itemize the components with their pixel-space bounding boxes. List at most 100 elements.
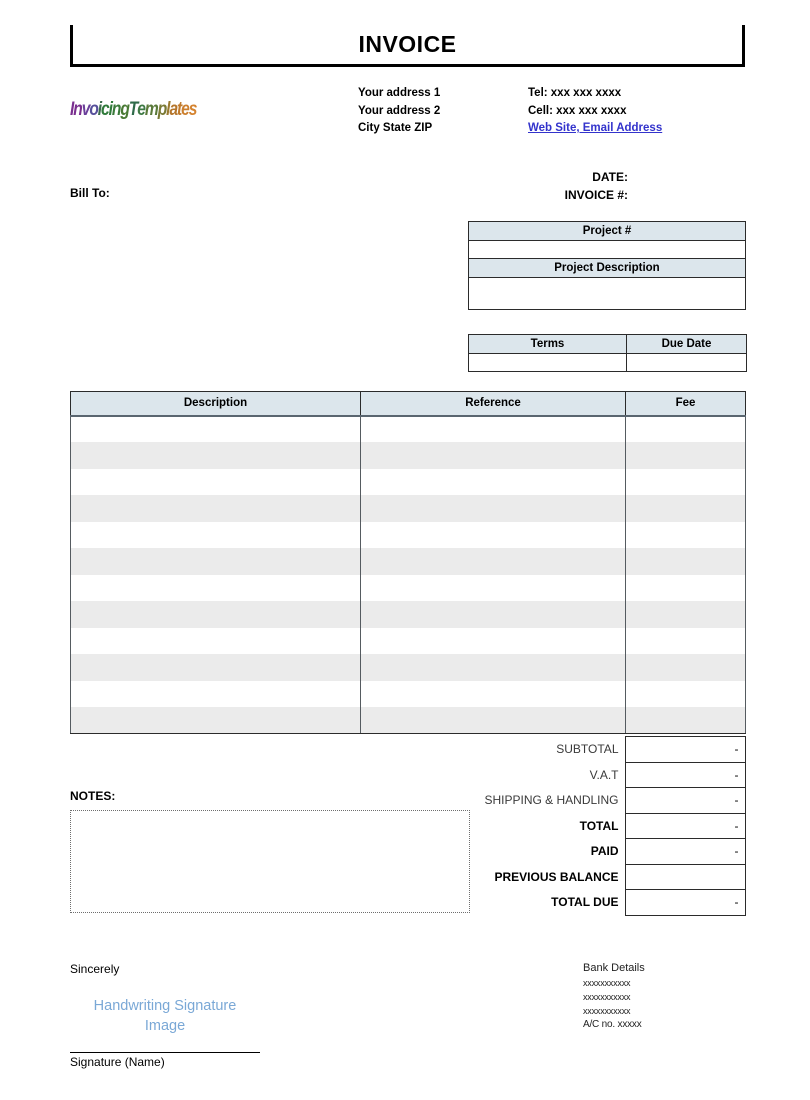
- cell-reference[interactable]: [360, 415, 626, 442]
- project-number-header: Project #: [468, 221, 746, 241]
- seller-telephone: Tel: xxx xxx xxxx: [528, 87, 622, 99]
- seller-cell: Cell: xxx xxx xxxx: [528, 104, 627, 117]
- cell-description[interactable]: [70, 442, 361, 469]
- logo-letter: p: [157, 99, 168, 120]
- cell-fee[interactable]: [625, 680, 746, 707]
- logo-letter: n: [73, 99, 83, 120]
- cell-reference[interactable]: [360, 707, 626, 734]
- signature-placeholder-line-1: Handwriting Signature: [93, 998, 237, 1014]
- cell-fee[interactable]: [625, 574, 746, 601]
- table-row: [70, 654, 746, 681]
- logo-letter: s: [188, 99, 198, 120]
- invoice-meta-block: DATE: INVOICE #:: [430, 168, 628, 204]
- signature-placeholder-line-2: Image: [144, 1018, 186, 1034]
- line-items-table: Description Reference Fee: [70, 391, 746, 734]
- totals-value[interactable]: -: [624, 838, 746, 865]
- bank-line-3: xxxxxxxxxxx: [583, 1006, 631, 1016]
- cell-description[interactable]: [70, 468, 361, 495]
- totals-value[interactable]: -: [624, 787, 746, 814]
- cell-reference[interactable]: [360, 601, 626, 628]
- cell-reference[interactable]: [360, 495, 626, 522]
- project-description-field[interactable]: [468, 277, 746, 310]
- totals-value[interactable]: -: [624, 761, 746, 788]
- column-header-description: Description: [70, 391, 361, 417]
- cell-description[interactable]: [70, 574, 361, 601]
- bank-line-2: xxxxxxxxxxx: [583, 992, 631, 1002]
- logo-letter: v: [81, 99, 91, 120]
- cell-fee[interactable]: [625, 468, 746, 495]
- due-date-header: Due Date: [626, 334, 747, 354]
- table-row: [70, 707, 746, 734]
- page-title: INVOICE: [358, 31, 457, 57]
- logo-letter: o: [89, 99, 99, 120]
- notes-input[interactable]: [70, 810, 470, 913]
- bank-line-1: xxxxxxxxxxx: [583, 978, 631, 988]
- cell-reference[interactable]: [360, 548, 626, 575]
- bill-to-label: Bill To:: [70, 186, 110, 200]
- logo-letter: m: [144, 99, 159, 120]
- table-row: [70, 627, 746, 654]
- project-description-header: Project Description: [468, 258, 746, 278]
- cell-fee[interactable]: [625, 654, 746, 681]
- cell-reference[interactable]: [360, 574, 626, 601]
- invoice-page: INVOICE InvoicingTemplates Your address …: [0, 0, 810, 1100]
- totals-value[interactable]: [624, 863, 746, 890]
- company-logo: InvoicingTemplates: [70, 99, 198, 121]
- cell-reference[interactable]: [360, 442, 626, 469]
- logo-letter: a: [169, 99, 178, 120]
- table-header-row: Description Reference Fee: [70, 391, 746, 417]
- table-row: [70, 468, 746, 495]
- table-row: [70, 680, 746, 707]
- logo-letter: g: [120, 99, 130, 120]
- cell-reference[interactable]: [360, 468, 626, 495]
- cell-description[interactable]: [70, 415, 361, 442]
- cell-description[interactable]: [70, 521, 361, 548]
- project-table: Project # Project Description: [468, 221, 746, 310]
- cell-fee[interactable]: [625, 495, 746, 522]
- due-date-field[interactable]: [626, 353, 747, 372]
- logo-letter: T: [128, 99, 139, 120]
- table-row: [70, 495, 746, 522]
- bank-details-block: Bank Details xxxxxxxxxxx xxxxxxxxxxx xxx…: [583, 961, 645, 1032]
- cell-fee[interactable]: [625, 521, 746, 548]
- website-email-link[interactable]: Web Site, Email Address: [528, 120, 662, 138]
- sincerely-text: Sincerely: [70, 962, 120, 976]
- bank-account-number: A/C no. xxxxx: [583, 1019, 642, 1030]
- cell-description[interactable]: [70, 654, 361, 681]
- terms-field[interactable]: [468, 353, 627, 372]
- cell-description[interactable]: [70, 601, 361, 628]
- cell-reference[interactable]: [360, 680, 626, 707]
- totals-value[interactable]: -: [624, 889, 746, 916]
- cell-fee[interactable]: [625, 415, 746, 442]
- signature-name-label: Signature (Name): [70, 1055, 165, 1069]
- seller-contact-block: Tel: xxx xxx xxxx Cell: xxx xxx xxxx Web…: [528, 85, 662, 138]
- project-number-field[interactable]: [468, 240, 746, 259]
- cell-description[interactable]: [70, 627, 361, 654]
- cell-fee[interactable]: [625, 601, 746, 628]
- totals-value[interactable]: -: [624, 736, 746, 763]
- cell-fee[interactable]: [625, 442, 746, 469]
- table-row: [70, 521, 746, 548]
- cell-description[interactable]: [70, 495, 361, 522]
- cell-reference[interactable]: [360, 627, 626, 654]
- cell-reference[interactable]: [360, 521, 626, 548]
- notes-label: NOTES:: [70, 789, 116, 803]
- handwriting-signature-image-placeholder[interactable]: Handwriting Signature Image: [70, 996, 260, 1036]
- cell-fee[interactable]: [625, 548, 746, 575]
- totals-value[interactable]: -: [624, 812, 746, 839]
- date-label: DATE:: [592, 170, 628, 184]
- cell-description[interactable]: [70, 707, 361, 734]
- cell-fee[interactable]: [625, 627, 746, 654]
- cell-fee[interactable]: [625, 707, 746, 734]
- cell-description[interactable]: [70, 680, 361, 707]
- totals-row: V.A.T -: [380, 761, 746, 788]
- cell-description[interactable]: [70, 548, 361, 575]
- column-header-reference: Reference: [360, 391, 626, 417]
- totals-label: SUBTOTAL: [556, 742, 619, 757]
- invoice-number-label: INVOICE #:: [564, 188, 628, 202]
- cell-reference[interactable]: [360, 654, 626, 681]
- seller-address-line-3: City State ZIP: [358, 122, 433, 134]
- totals-row: SUBTOTAL -: [380, 736, 746, 763]
- seller-address-line-1: Your address 1: [358, 87, 441, 99]
- terms-table: Terms Due Date: [468, 334, 747, 372]
